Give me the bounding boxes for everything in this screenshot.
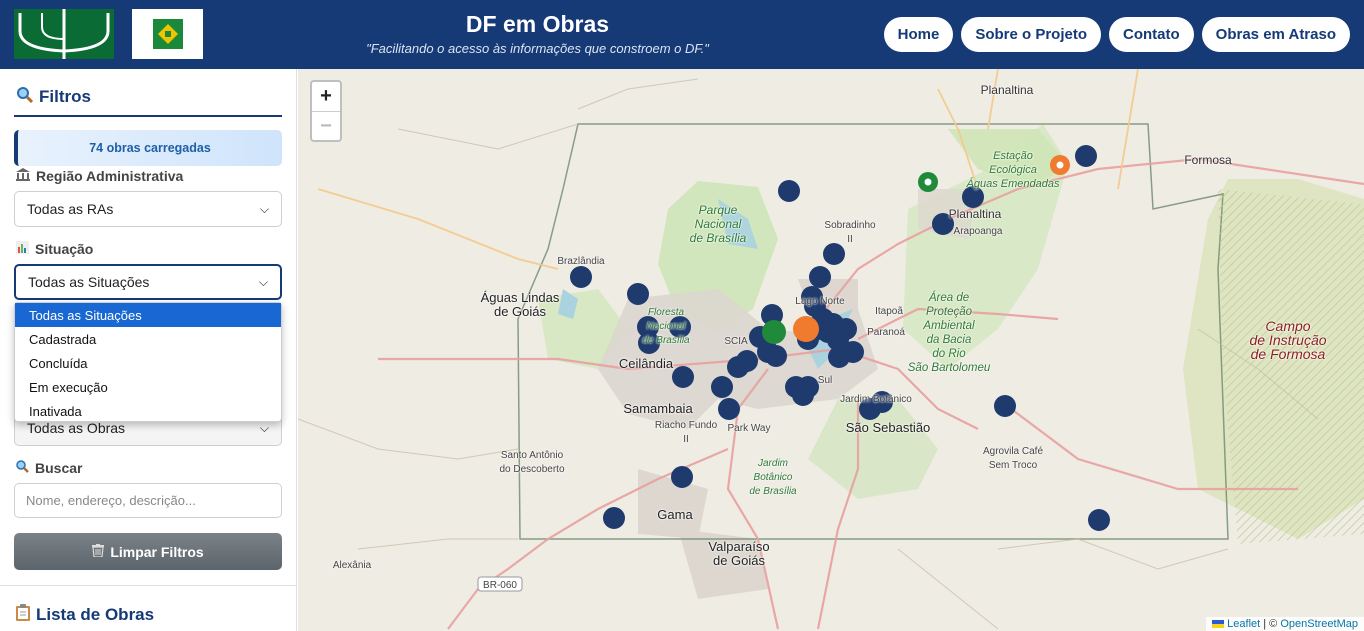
nav-obras-atraso-button[interactable]: Obras em Atraso (1201, 17, 1350, 52)
map-label: Ceilândia (618, 356, 674, 371)
filters-title: Filtros (16, 86, 91, 108)
leaflet-link[interactable]: Leaflet (1227, 618, 1260, 630)
map-label: Park Way (727, 423, 771, 434)
site-title: DF em Obras (465, 11, 610, 37)
map-label: Jardim Botânico (840, 394, 912, 405)
situacao-label: Situação (16, 241, 93, 257)
zoom-in-button[interactable]: + (312, 82, 340, 111)
nav-contato-button[interactable]: Contato (1109, 17, 1194, 52)
situacao-option[interactable]: Todas as Situações (15, 303, 281, 327)
filters-sidebar: Filtros 74 obras carregadas Região Admin… (0, 69, 297, 631)
road-shield-label: BR-060 (483, 580, 517, 591)
attribution-separator: | © (1260, 618, 1281, 630)
trash-icon (92, 543, 105, 560)
map-label: Águas Lindas de Goiás (480, 290, 560, 319)
unb-logo (14, 9, 114, 59)
ukraine-flag-icon (1212, 620, 1225, 629)
zoom-control: + − (310, 80, 342, 142)
buscar-label-text: Buscar (35, 460, 83, 476)
situacao-option[interactable]: Inativada (15, 399, 281, 423)
header: DF em Obras "Facilitando o acesso às inf… (0, 0, 1364, 69)
map-label: Samambaia (623, 401, 693, 416)
map-label: Valparaíso de Goiás (708, 539, 770, 568)
situacao-select-value: Todas as Situações (28, 274, 150, 290)
site-subtitle: "Facilitando o acesso às informações que… (366, 41, 709, 56)
situacao-option[interactable]: Em execução (15, 375, 281, 399)
map-label: Campo de Instrução de Formosa (1249, 318, 1327, 362)
map-label: Alexânia (332, 560, 372, 571)
map-label: Itapoã (875, 306, 903, 317)
clear-filters-button[interactable]: Limpar Filtros (14, 533, 282, 570)
map-label: Santo Antônio do Descoberto (499, 450, 565, 475)
filters-title-text: Filtros (39, 87, 91, 106)
map-label: Planaltina (980, 83, 1034, 97)
nav-home-button[interactable]: Home (883, 17, 954, 52)
map-view[interactable]: Planaltina Formosa Estação Ecológica Águ… (298, 69, 1364, 631)
map-label: Agrovila Café Sem Troco (982, 446, 1044, 471)
map-label: Riacho Fundo II (654, 420, 718, 445)
map-label: SCIA (724, 336, 748, 347)
list-title-text: Lista de Obras (36, 605, 155, 624)
ra-label: Região Administrativa (16, 168, 183, 184)
osm-link[interactable]: OpenStreetMap (1280, 618, 1358, 630)
situacao-select[interactable]: Todas as Situações ⌵ (14, 264, 282, 300)
section-separator (0, 585, 297, 586)
situacao-option[interactable]: Cadastrada (15, 327, 281, 351)
search-input[interactable]: Nome, endereço, descrição... (14, 483, 282, 518)
map-label: Jardim Botânico de Brasília (749, 458, 797, 497)
magnifier-icon (16, 86, 34, 108)
map-label: Área de Proteção Ambiental da Bacia do R… (907, 292, 991, 374)
ra-select-value: Todas as RAs (27, 201, 114, 217)
main-nav: Home Sobre o Projeto Contato Obras em At… (883, 17, 1350, 52)
ra-label-text: Região Administrativa (36, 168, 184, 184)
map-label: Paranoá (867, 327, 905, 338)
map-label: Lago Norte (795, 296, 845, 307)
filters-divider (14, 115, 282, 117)
bank-icon (16, 168, 30, 184)
magnifier-icon (16, 460, 29, 476)
nav-sobre-button[interactable]: Sobre o Projeto (961, 17, 1102, 52)
bar-chart-icon (16, 241, 29, 257)
clipboard-icon (16, 604, 30, 626)
clear-filters-label: Limpar Filtros (110, 543, 204, 560)
list-title: Lista de Obras (16, 604, 154, 626)
map-attribution: Leaflet | © OpenStreetMap (1206, 617, 1364, 631)
map-label: Gama (657, 507, 693, 522)
zoom-out-button[interactable]: − (312, 111, 340, 140)
loaded-count-status: 74 obras carregadas (14, 130, 282, 166)
map-label: Sobradinho II (824, 220, 876, 245)
map-label: Floresta Nacional de Brasília (642, 307, 690, 346)
buscar-label: Buscar (16, 460, 82, 476)
chevron-down-icon: ⌵ (258, 274, 268, 289)
map-label: São Sebastião (845, 420, 931, 435)
situacao-dropdown: Todas as Situações Cadastrada Concluída … (14, 302, 282, 422)
situacao-label-text: Situação (35, 241, 94, 257)
df-flag-logo (132, 9, 203, 59)
map-label: Sul (817, 375, 833, 386)
map-label: Formosa (1184, 153, 1232, 167)
map-label: Estação Ecológica Águas Emendadas (966, 150, 1060, 190)
chevron-down-icon: ⌵ (259, 201, 269, 216)
map-label: Arapoanga (953, 226, 1003, 237)
map-label: Brazlândia (557, 256, 605, 267)
map-label: Planaltina (948, 207, 1002, 221)
map-label: Parque Nacional de Brasília (689, 203, 747, 245)
situacao-option[interactable]: Concluída (15, 351, 281, 375)
ra-select[interactable]: Todas as RAs ⌵ (14, 191, 282, 227)
title-block: DF em Obras "Facilitando o acesso às inf… (310, 10, 765, 56)
